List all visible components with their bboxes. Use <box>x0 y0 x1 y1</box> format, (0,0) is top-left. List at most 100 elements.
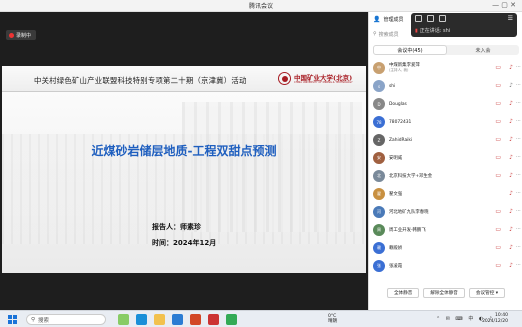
more-icon[interactable]: ⋯ <box>516 244 521 251</box>
search-placeholder: 搜索成员 <box>378 31 399 38</box>
app-icon[interactable] <box>118 314 129 325</box>
participant-name: Douglas <box>389 101 407 107</box>
window-controls[interactable]: — ▢ ✕ <box>492 1 516 9</box>
video-off-icon[interactable]: ▭ <box>495 100 501 107</box>
more-icon[interactable]: ⋯ <box>516 190 521 197</box>
mic-muted-icon[interactable]: ♪ <box>509 154 513 161</box>
more-icon[interactable]: ⋯ <box>516 262 521 269</box>
unmute-all-button[interactable]: 解除全体静音 <box>423 288 465 298</box>
avatar: 张 <box>373 260 385 272</box>
slide-time: 时间：2024年12月 <box>152 239 217 247</box>
video-off-icon[interactable]: ▭ <box>495 82 501 89</box>
mic-muted-icon[interactable]: ♪ <box>509 190 513 197</box>
participant-row[interactable]: 张张凌霞 ▭ ♪ ⋯ <box>369 257 522 275</box>
mic-muted-icon[interactable]: ♪ <box>509 208 513 215</box>
mic-icon[interactable]: ♪ <box>509 82 513 89</box>
video-off-icon[interactable]: ▭ <box>495 262 501 269</box>
participant-row[interactable]: 赖赖殿娇 ▭ ♪ ⋯ <box>369 239 522 257</box>
mic-muted-icon[interactable]: ♪ <box>509 226 513 233</box>
wps-icon[interactable] <box>208 314 219 325</box>
video-off-icon[interactable]: ▭ <box>495 226 501 233</box>
floating-toolbar: ☰ ▮ 正在讲话: shi <box>411 13 517 37</box>
participant-row[interactable]: 翟翟文强 ♪ ⋯ <box>369 185 522 203</box>
slide-header-bar: 中关村绿色矿山产业联盟科技特别专项第二十期（京津冀）活动 中国矿业大学(北京) … <box>2 66 366 92</box>
taskbar-search[interactable]: ⚲ 搜索 <box>26 314 106 325</box>
participant-name: shi <box>389 83 396 89</box>
taskbar: ⚲ 搜索 0°C 晴朗 ⌃ ✉ ⌨ 中 ◐ ♪ 10:40 2024/12/20 <box>0 310 522 327</box>
edge-icon[interactable] <box>136 314 147 325</box>
start-button[interactable] <box>8 315 17 324</box>
recording-indicator[interactable]: 录制中 <box>6 30 37 40</box>
participant-name: 中煤新集李爱萍 (主持人, 我) <box>389 63 420 72</box>
avatar: 周 <box>373 224 385 236</box>
more-icon[interactable]: ⋯ <box>516 100 521 107</box>
avatar: 翟 <box>373 188 385 200</box>
participant-name: 赖殿娇 <box>389 245 403 251</box>
participant-row[interactable]: 78 78072431 ▭ ♪ ⋯ <box>369 113 522 131</box>
avatar: 中 <box>373 62 385 74</box>
grid-icon[interactable] <box>439 15 446 22</box>
participant-name: 周工业开发-韩鹏飞 <box>389 227 426 233</box>
tab-in-meeting[interactable]: 会议中(45) <box>373 45 447 55</box>
mic-muted-icon[interactable]: ♪ <box>509 136 513 143</box>
video-off-icon[interactable]: ▭ <box>495 172 501 179</box>
more-icon[interactable]: ⋯ <box>516 154 521 161</box>
weather-desc: 晴朗 <box>328 319 337 324</box>
clock-date: 2024/12/20 <box>482 319 508 324</box>
mic-muted-icon[interactable]: ♪ <box>509 100 513 107</box>
mic-muted-icon[interactable]: ♪ <box>509 64 513 71</box>
participant-row[interactable]: 中中煤新集李爱萍 (主持人, 我) ▭ ♪ ⋯ <box>369 59 522 77</box>
video-off-icon[interactable]: ▭ <box>495 208 501 215</box>
file-explorer-icon[interactable] <box>154 314 165 325</box>
record-dot-icon <box>9 32 14 38</box>
video-off-icon[interactable]: ▭ <box>495 64 501 71</box>
participant-row[interactable]: 周周工业开发-韩鹏飞 ▭ ♪ ⋯ <box>369 221 522 239</box>
mic-muted-icon[interactable]: ♪ <box>509 118 513 125</box>
title-bar: 腾讯会议 — ▢ ✕ <box>0 0 522 12</box>
video-off-icon[interactable]: ▭ <box>495 118 501 125</box>
participant-row[interactable]: 北北京科技大学+邓生金 ▭ ♪ ⋯ <box>369 167 522 185</box>
participant-row[interactable]: 安安明威 ▭ ♪ ⋯ <box>369 149 522 167</box>
powerpoint-icon[interactable] <box>190 314 201 325</box>
participant-name: ZahidRaiki <box>389 137 413 143</box>
participant-name: 翟文强 <box>389 191 403 197</box>
weather-widget[interactable]: 0°C 晴朗 <box>328 314 337 324</box>
mute-all-button[interactable]: 全体静音 <box>386 288 420 298</box>
more-icon[interactable]: ⋯ <box>516 172 521 179</box>
video-off-icon[interactable]: ▭ <box>495 154 501 161</box>
slide-title: 近煤砂岩储层地质-工程双甜点预测 <box>91 144 277 158</box>
layout-icon[interactable] <box>415 15 422 22</box>
participant-name: 安明威 <box>389 155 403 161</box>
panel-title: 管理成员 <box>383 16 404 23</box>
participant-row[interactable]: Z ZahidRaiki ▭ ♪ ⋯ <box>369 131 522 149</box>
video-off-icon[interactable]: ▭ <box>495 136 501 143</box>
member-search-input[interactable]: ⚲ 搜索成员 <box>373 29 407 39</box>
more-icon[interactable]: ⋯ <box>516 64 521 71</box>
participant-row[interactable]: s shi ▭ ♪ ⋯ <box>369 77 522 95</box>
shared-screen: 录制中 中关村绿色矿山产业联盟科技特别专项第二十期（京津冀）活动 中国矿业大学(… <box>0 12 368 310</box>
menu-icon[interactable]: ☰ <box>508 15 513 22</box>
mic-muted-icon[interactable]: ♪ <box>509 172 513 179</box>
wechat-icon[interactable] <box>226 314 237 325</box>
avatar: Z <box>373 134 385 146</box>
participant-name: 78072431 <box>389 119 412 125</box>
more-icon[interactable]: ⋯ <box>516 136 521 143</box>
more-icon[interactable]: ⋯ <box>516 226 521 233</box>
mic-muted-icon[interactable]: ♪ <box>509 244 513 251</box>
more-icon[interactable]: ⋯ <box>516 118 521 125</box>
meeting-app-icon[interactable] <box>172 314 183 325</box>
screen-icon[interactable] <box>427 15 434 22</box>
avatar: 78 <box>373 116 385 128</box>
participant-row[interactable]: D Douglas ▭ ♪ ⋯ <box>369 95 522 113</box>
participant-row[interactable]: 河河北地矿九队李春晓 ▭ ♪ ⋯ <box>369 203 522 221</box>
meeting-control-button[interactable]: 会议管控 ▾ <box>468 288 506 298</box>
mic-muted-icon[interactable]: ♪ <box>509 262 513 269</box>
video-off-icon[interactable]: ▭ <box>495 244 501 251</box>
speaking-indicator: ▮ 正在讲话: shi <box>415 27 450 34</box>
meeting-window: 腾讯会议 — ▢ ✕ 录制中 中关村绿色矿山产业联盟科技特别专项第二十期（京津冀… <box>0 0 522 310</box>
more-icon[interactable]: ⋯ <box>516 208 521 215</box>
avatar: s <box>373 80 385 92</box>
taskbar-clock[interactable]: 10:40 2024/12/20 <box>478 313 508 325</box>
more-icon[interactable]: ⋯ <box>516 82 521 89</box>
tab-not-joined[interactable]: 未入会 <box>447 45 519 55</box>
